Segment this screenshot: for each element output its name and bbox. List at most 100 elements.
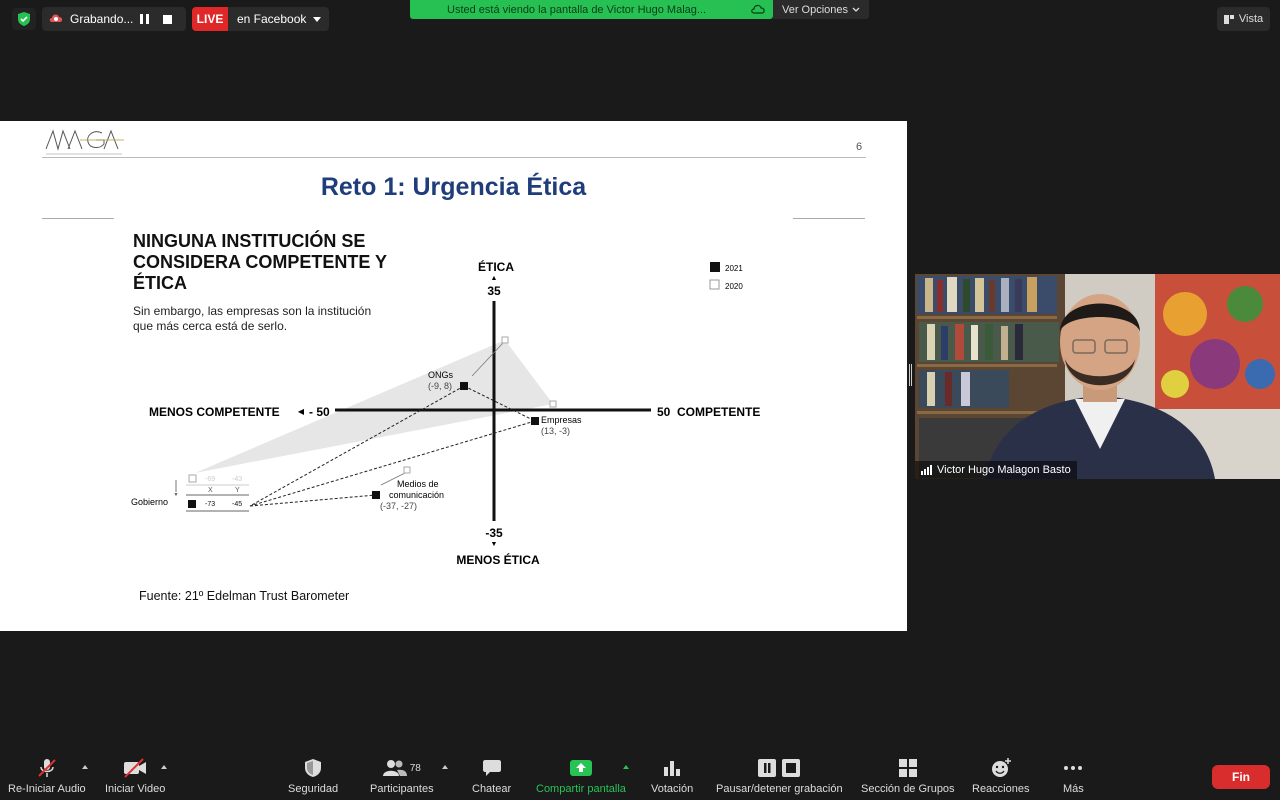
table-2021-y: -45 [232, 501, 242, 508]
table-header-y: Y [235, 487, 240, 494]
record-controls-button[interactable]: Pausar/detener grabación [716, 753, 843, 800]
table-2020-x: -69 [205, 476, 215, 483]
label-medios-line1: Medios de [397, 479, 439, 489]
video-label: Iniciar Video [105, 783, 166, 795]
label-medios-line2: comunicación [389, 490, 444, 500]
share-screen-icon [569, 753, 593, 783]
point-2021-medios [372, 491, 380, 499]
participant-name: Victor Hugo Malagon Basto [937, 464, 1071, 476]
point-2021-empresas [531, 417, 539, 425]
point-2021-gobierno [188, 500, 196, 508]
emoji-add-icon [990, 753, 1012, 783]
audio-label: Re-Iniciar Audio [8, 783, 86, 795]
view-options-button[interactable]: Ver Opciones [773, 0, 869, 19]
chevron-down-icon [313, 16, 321, 22]
video-button[interactable]: Iniciar Video [105, 753, 165, 800]
view-options-label: Ver Opciones [781, 3, 849, 16]
x-axis-arrow-left: ◀ [298, 407, 305, 416]
breakout-rooms-label: Sección de Grupos [861, 783, 955, 795]
point-2021-ongs [460, 382, 468, 390]
point-2020-gobierno [188, 474, 197, 483]
gobierno-arrow-head: ▼ [174, 492, 179, 498]
security-label: Seguridad [288, 783, 339, 795]
participants-options-caret[interactable] [442, 765, 448, 769]
audio-button[interactable]: Re-Iniciar Audio [8, 753, 86, 800]
view-button[interactable]: Vista [1217, 7, 1270, 31]
y-tick-max: 35 [487, 284, 501, 298]
reactions-button[interactable]: Reacciones [972, 753, 1029, 800]
chat-label: Chatear [472, 783, 512, 795]
participant-video-feed [915, 274, 1280, 479]
recording-indicator: Grabando... [42, 7, 186, 31]
signal-strength-icon [921, 465, 932, 475]
shield-icon [304, 753, 322, 783]
shared-slide: 6 Reto 1: Urgencia Ética NINGUNA INSTITU… [0, 121, 907, 631]
poll-button[interactable]: Votación [651, 753, 693, 800]
label-gobierno: Gobierno [131, 497, 168, 507]
poll-bar-chart-icon [663, 753, 681, 783]
value-medios: (-37, -27) [380, 501, 417, 511]
more-button[interactable]: Más [1063, 753, 1084, 800]
x-tick-min: - 50 [309, 405, 330, 419]
stop-recording-button[interactable] [163, 14, 172, 24]
participants-count: 78 [409, 762, 421, 774]
value-empresas: (13, -3) [541, 426, 570, 436]
screen-share-banner: Usted está viendo la pantalla de Victor … [410, 0, 773, 19]
y-tick-min: -35 [485, 526, 503, 540]
view-layout-icon [1223, 14, 1234, 24]
live-stream-dropdown[interactable]: LIVE en Facebook [192, 7, 329, 31]
participants-label: Participantes [370, 783, 434, 795]
pause-stop-recording-icon [756, 753, 802, 783]
video-options-caret[interactable] [161, 765, 167, 769]
table-header-x: X [208, 487, 213, 494]
slide-source: Fuente: 21º Edelman Trust Barometer [139, 589, 350, 603]
security-shield-icon[interactable] [12, 8, 36, 30]
live-label: en Facebook [237, 12, 307, 26]
point-2020-medios [403, 466, 411, 474]
live-badge: LIVE [192, 7, 228, 31]
y-axis-arrow-up: ▲ [491, 275, 498, 282]
chat-button[interactable]: Chatear [472, 753, 511, 800]
share-screen-button[interactable]: Compartir pantalla [536, 753, 626, 800]
share-options-caret[interactable] [623, 765, 629, 769]
y-axis-arrow-down: ▼ [491, 541, 498, 548]
reactions-label: Reacciones [972, 783, 1030, 795]
cloud-icon [751, 3, 765, 17]
meeting-toolbar: Re-Iniciar Audio Iniciar Video Seguridad… [0, 753, 1280, 800]
audio-options-caret[interactable] [82, 765, 88, 769]
pause-recording-button[interactable] [140, 14, 149, 24]
participants-button[interactable]: 78 Participantes [370, 753, 434, 800]
more-label: Más [1063, 783, 1084, 795]
y-label-negative: MENOS ÉTICA [456, 552, 540, 567]
video-off-icon [122, 753, 148, 783]
x-label-negative: MENOS COMPETENTE [149, 405, 280, 419]
label-empresas: Empresas [541, 415, 582, 425]
end-meeting-button[interactable]: Fin [1212, 765, 1270, 789]
value-ongs: (-9, 8) [428, 381, 452, 391]
participant-video-tile[interactable]: Victor Hugo Malagon Basto [915, 274, 1280, 479]
breakout-rooms-button[interactable]: Sección de Grupos [861, 753, 955, 800]
chat-bubble-icon [482, 753, 502, 783]
recording-label: Grabando... [70, 12, 134, 26]
view-label: Vista [1238, 13, 1264, 25]
legend-2021-label: 2021 [725, 264, 743, 273]
breakout-rooms-icon [898, 753, 918, 783]
table-2020-y: -43 [232, 476, 242, 483]
table-2021-x: -73 [205, 501, 215, 508]
participants-icon: 78 [382, 753, 421, 783]
y-label-positive: ÉTICA [478, 259, 514, 274]
share-banner-text: Usted está viendo la pantalla de Victor … [447, 3, 707, 16]
poll-label: Votación [651, 783, 694, 795]
panel-resize-handle[interactable] [909, 364, 912, 386]
point-2020-ongs [501, 336, 509, 344]
legend-2020-swatch [709, 279, 720, 290]
legend-2021-swatch [710, 262, 720, 272]
more-dots-icon [1063, 753, 1083, 783]
share-screen-label: Compartir pantalla [536, 783, 626, 795]
legend-2020-label: 2020 [725, 282, 743, 291]
security-button[interactable]: Seguridad [288, 753, 338, 800]
muted-microphone-icon [36, 753, 58, 783]
chevron-down-icon [852, 7, 860, 12]
point-2020-empresas [549, 400, 557, 408]
x-tick-max: 50 [657, 405, 671, 419]
